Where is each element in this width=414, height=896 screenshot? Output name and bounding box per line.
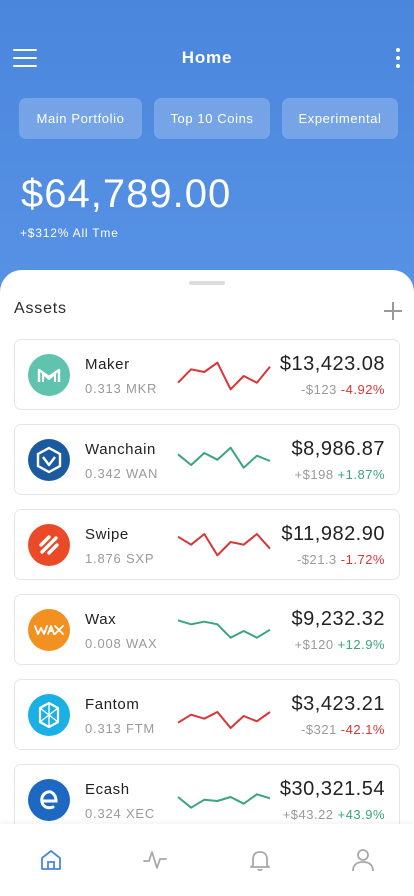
sheet-drag-handle[interactable] <box>189 281 225 285</box>
asset-change: +$43.22 +43.9% <box>283 807 385 822</box>
asset-name: Wax <box>85 611 117 628</box>
fantom-logo-icon <box>28 694 70 736</box>
asset-name: Wanchain <box>85 441 156 458</box>
tab-main-portfolio[interactable]: Main Portfolio <box>19 98 142 139</box>
change-percent: +43.9% <box>337 807 385 822</box>
change-usd: -$123 <box>301 382 337 397</box>
asset-name: Ecash <box>85 781 130 798</box>
asset-name: Fantom <box>85 696 140 713</box>
asset-name: Swipe <box>85 526 129 543</box>
sparkline <box>177 446 271 469</box>
asset-price: $9,232.32 <box>291 608 385 630</box>
change-percent: -4.92% <box>340 382 385 397</box>
asset-amount: 0.313 FTM <box>85 721 156 736</box>
asset-amount: 0.324 XEC <box>85 806 156 821</box>
add-asset-icon[interactable] <box>384 302 402 320</box>
tab-top-10-coins[interactable]: Top 10 Coins <box>154 98 270 139</box>
asset-card-wax[interactable]: Wax 0.008 WAX $9,232.32 +$120 +12.9% <box>14 594 400 665</box>
assets-sheet: Assets Maker 0.313 MKR $13,423.08 -$123-… <box>0 270 414 830</box>
sparkline <box>177 619 271 639</box>
wanchain-logo-icon <box>28 439 70 481</box>
portfolio-balance: $64,789.00 <box>21 172 232 216</box>
asset-price: $13,423.08 <box>279 353 385 375</box>
top-bar: Home <box>0 40 414 76</box>
change-usd: -$321 <box>301 722 337 737</box>
change-percent: -42.1% <box>340 722 385 737</box>
sparkline-path <box>177 361 271 391</box>
change-percent: -1.72% <box>340 552 385 567</box>
profile-icon[interactable] <box>350 847 376 873</box>
page-title: Home <box>181 48 233 67</box>
assets-title: Assets <box>14 300 67 317</box>
asset-change: +$198 +1.87% <box>295 467 385 482</box>
asset-name: Maker <box>85 356 130 373</box>
change-usd: +$120 <box>294 637 334 652</box>
sparkline-path <box>177 446 271 469</box>
change-usd: +$198 <box>294 467 334 482</box>
ecash-logo-icon <box>28 779 70 821</box>
asset-change: -$21.3 -1.72% <box>297 552 385 567</box>
change-usd: -$21.3 <box>296 552 337 567</box>
asset-card-wanchain[interactable]: Wanchain 0.342 WAN $8,986.87 +$198 +1.87% <box>14 424 400 495</box>
bell-icon[interactable] <box>247 847 273 873</box>
asset-change: +$120 +12.9% <box>295 637 385 652</box>
portfolio-change: +$312% All Tme <box>20 226 119 240</box>
tab-experimental[interactable]: Experimental <box>282 98 398 139</box>
change-usd: +$43.22 <box>282 807 334 822</box>
bottom-navigation <box>0 824 414 896</box>
asset-price: $30,321.54 <box>279 778 385 800</box>
more-vertical-icon[interactable] <box>394 46 402 70</box>
asset-card-maker[interactable]: Maker 0.313 MKR $13,423.08 -$123 -4.92% <box>14 339 400 410</box>
sparkline-path <box>177 619 271 639</box>
asset-amount: 0.008 WAX <box>85 636 158 651</box>
sparkline-path <box>177 533 271 557</box>
asset-price: $8,986.87 <box>291 438 385 460</box>
asset-amount: 1.876 SXP <box>85 551 155 566</box>
portfolio-tabs: Main Portfolio Top 10 Coins Experimental <box>19 98 400 139</box>
sparkline <box>177 361 271 391</box>
asset-card-ecash[interactable]: Ecash 0.324 XEC $30,321.54 +$43.22 +43.9% <box>14 764 400 830</box>
asset-card-fantom[interactable]: Fantom 0.313 FTM $3,423.21 -$321 -42.1% <box>14 679 400 750</box>
sparkline <box>177 711 271 729</box>
asset-change: -$321 -42.1% <box>301 722 385 737</box>
sparkline <box>177 533 271 557</box>
sparkline <box>177 793 271 809</box>
activity-icon[interactable] <box>142 847 168 873</box>
asset-price: $3,423.21 <box>291 693 385 715</box>
swipe-logo-icon <box>28 524 70 566</box>
change-percent: +1.87% <box>337 467 385 482</box>
asset-amount: 0.342 WAN <box>85 466 159 481</box>
maker-logo-icon <box>28 354 70 396</box>
asset-card-swipe[interactable]: Swipe 1.876 SXP $11,982.90 -$21.3 -1.72% <box>14 509 400 580</box>
sparkline-path <box>177 793 271 809</box>
change-percent: +12.9% <box>337 637 385 652</box>
asset-price: $11,982.90 <box>281 523 385 545</box>
home-icon[interactable] <box>38 847 64 873</box>
asset-amount: 0.313 MKR <box>85 381 158 396</box>
sparkline-path <box>177 711 271 729</box>
wax-logo-icon <box>28 609 70 651</box>
asset-change: -$123 -4.92% <box>301 382 385 397</box>
